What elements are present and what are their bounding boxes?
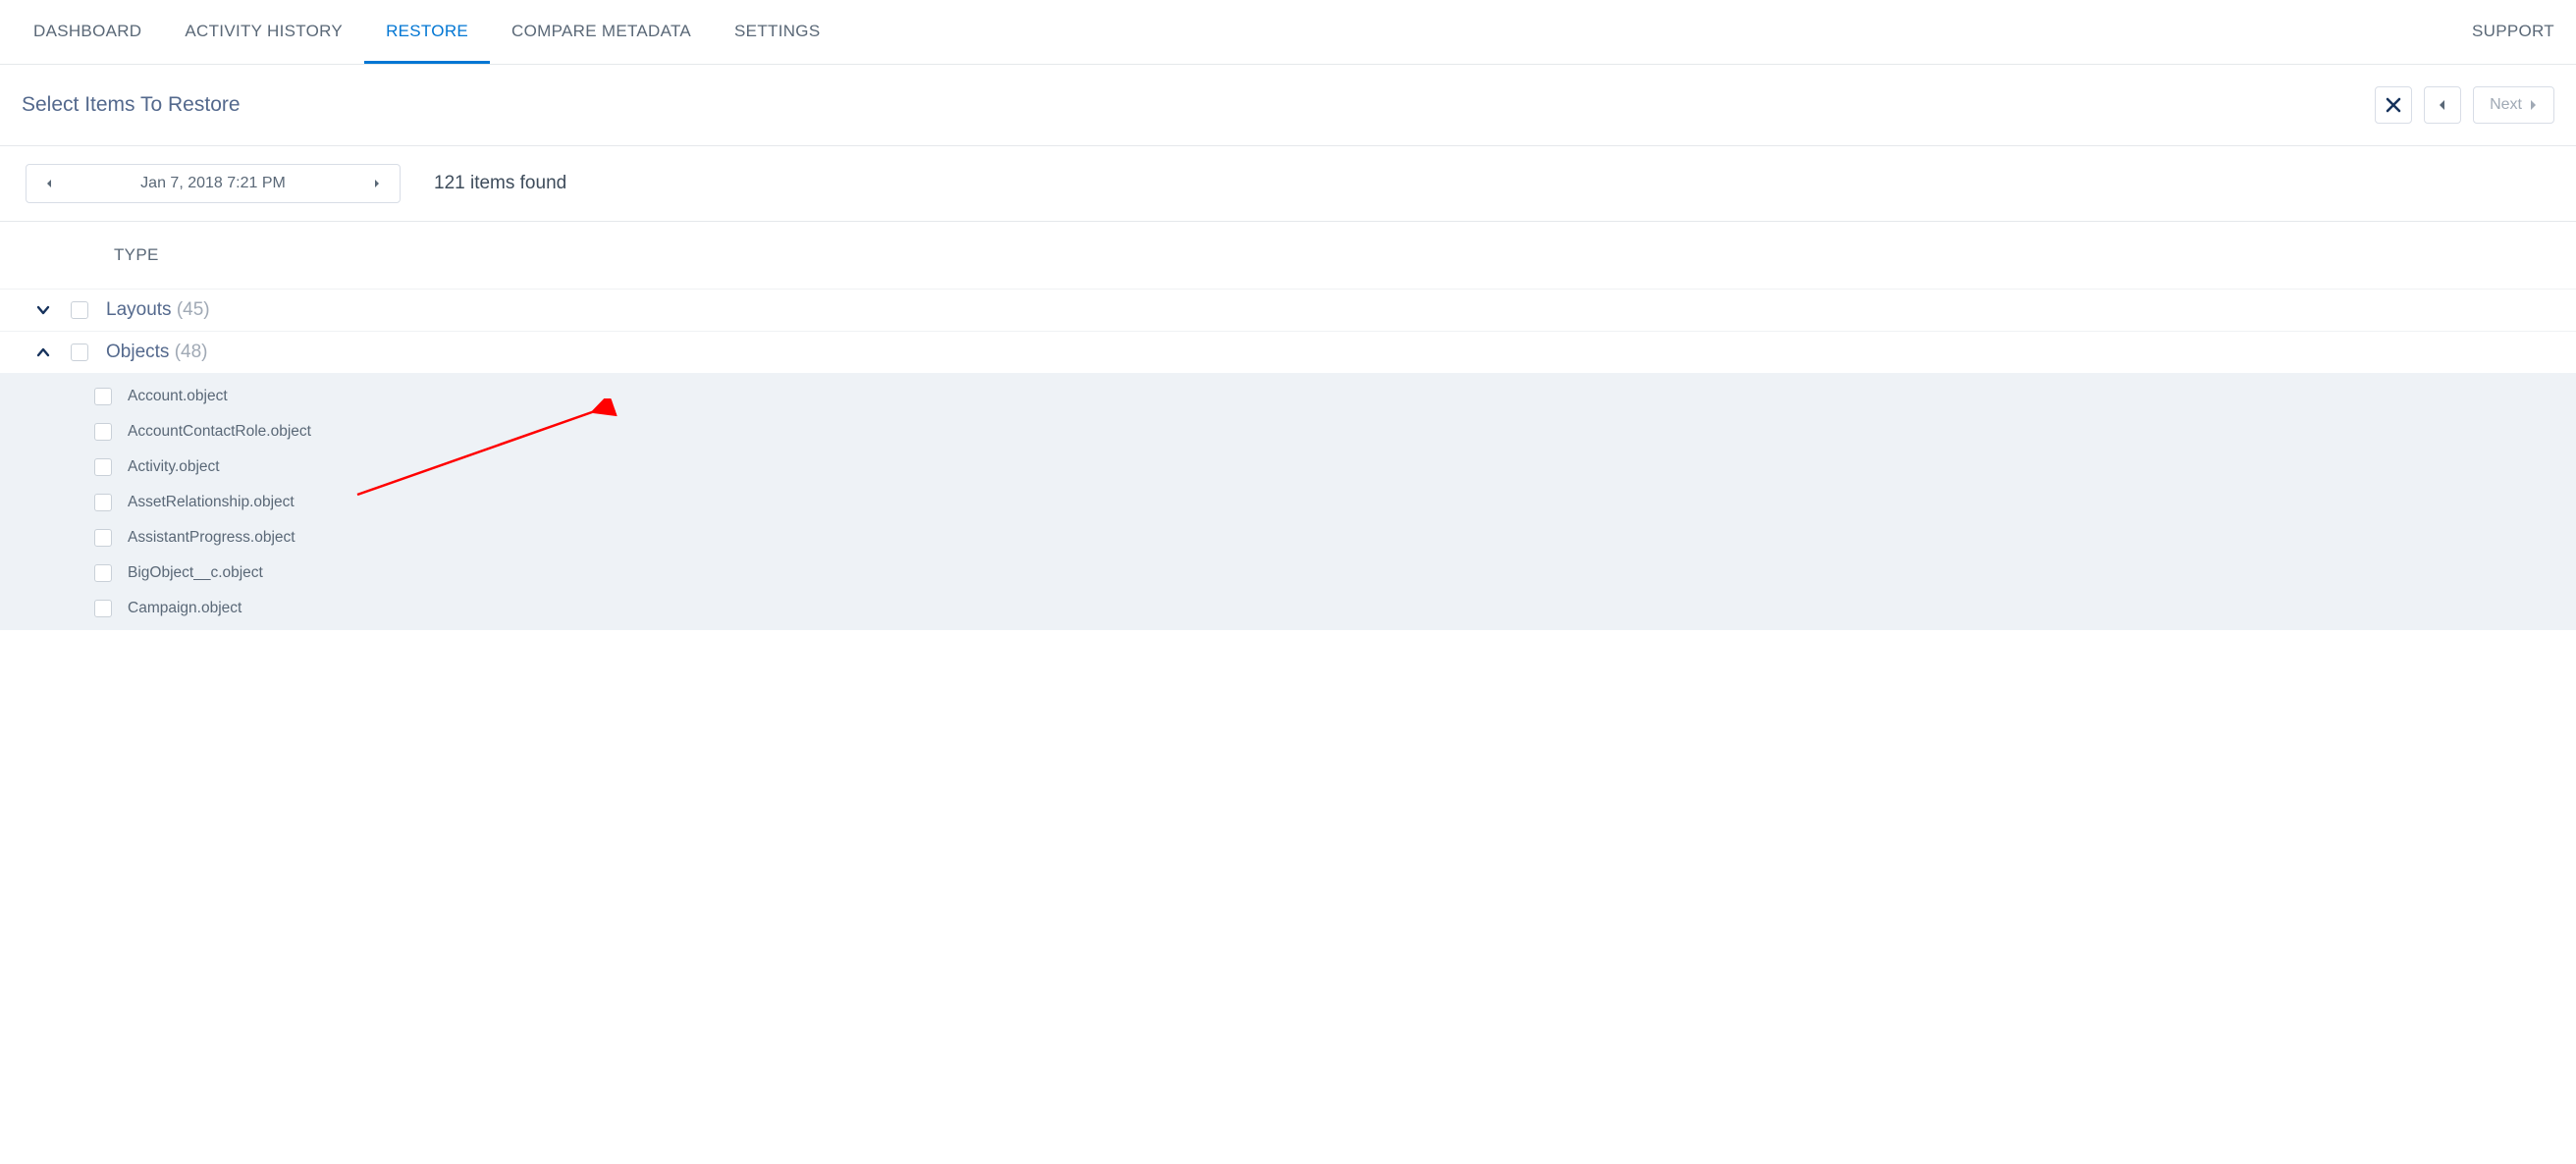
group-count: (45) — [177, 299, 210, 320]
list-item: AccountContactRole.object — [0, 414, 2576, 450]
close-button[interactable] — [2375, 86, 2412, 124]
expand-toggle-layouts[interactable] — [33, 305, 53, 315]
group-checkbox-layouts[interactable] — [71, 301, 88, 319]
chevron-up-icon — [36, 347, 50, 357]
list-item: Account.object — [0, 379, 2576, 414]
item-label[interactable]: Activity.object — [128, 458, 220, 476]
list-item: BigObject__c.object — [0, 556, 2576, 591]
nav-settings[interactable]: SETTINGS — [713, 0, 841, 64]
item-label[interactable]: Account.object — [128, 388, 228, 405]
caret-left-icon — [2438, 99, 2447, 111]
page: DASHBOARD ACTIVITY HISTORY RESTORE COMPA… — [0, 0, 2576, 630]
caret-right-icon — [373, 179, 381, 188]
item-label[interactable]: AccountContactRole.object — [128, 423, 311, 441]
item-checkbox[interactable] — [94, 458, 112, 476]
list-item: Activity.object — [0, 450, 2576, 485]
caret-left-icon — [45, 179, 53, 188]
item-checkbox[interactable] — [94, 423, 112, 441]
nav-dashboard[interactable]: DASHBOARD — [12, 0, 163, 64]
chevron-down-icon — [36, 305, 50, 315]
nav-compare-metadata[interactable]: COMPARE METADATA — [490, 0, 713, 64]
objects-items-panel: Account.object AccountContactRole.object… — [0, 373, 2576, 630]
group-row-layouts: Layouts (45) — [0, 289, 2576, 331]
item-checkbox[interactable] — [94, 529, 112, 547]
date-picker[interactable]: Jan 7, 2018 7:21 PM — [26, 164, 401, 203]
group-label-layouts[interactable]: Layouts (45) — [106, 299, 210, 321]
next-button-label: Next — [2490, 96, 2522, 114]
nav-support[interactable]: SUPPORT — [2450, 0, 2554, 64]
next-button[interactable]: Next — [2473, 86, 2554, 124]
group-name: Objects — [106, 342, 169, 362]
group-count: (48) — [175, 342, 208, 362]
nav-activity-history[interactable]: ACTIVITY HISTORY — [163, 0, 364, 64]
item-label[interactable]: Campaign.object — [128, 600, 242, 617]
caret-right-icon — [2528, 99, 2538, 111]
page-title: Select Items To Restore — [22, 93, 241, 117]
item-checkbox[interactable] — [94, 600, 112, 617]
item-label[interactable]: AssetRelationship.object — [128, 494, 295, 511]
item-checkbox[interactable] — [94, 494, 112, 511]
date-prev-button[interactable] — [40, 175, 58, 192]
list-item: AssistantProgress.object — [0, 520, 2576, 556]
group-name: Layouts — [106, 299, 172, 320]
list-item: Campaign.object — [0, 591, 2576, 626]
expand-toggle-objects[interactable] — [33, 347, 53, 357]
top-nav: DASHBOARD ACTIVITY HISTORY RESTORE COMPA… — [0, 0, 2576, 65]
column-header-type: TYPE — [0, 222, 2576, 289]
nav-right: SUPPORT — [2450, 0, 2554, 64]
item-checkbox[interactable] — [94, 564, 112, 582]
filter-row: Jan 7, 2018 7:21 PM 121 items found — [0, 146, 2576, 222]
subheader: Select Items To Restore Next — [0, 65, 2576, 146]
item-label[interactable]: BigObject__c.object — [128, 564, 263, 582]
date-text: Jan 7, 2018 7:21 PM — [140, 175, 286, 192]
items-found-label: 121 items found — [434, 173, 566, 194]
item-label[interactable]: AssistantProgress.object — [128, 529, 295, 547]
close-icon — [2386, 97, 2401, 113]
nav-restore[interactable]: RESTORE — [364, 0, 490, 64]
group-row-objects: Objects (48) — [0, 331, 2576, 373]
list-item: AssetRelationship.object — [0, 485, 2576, 520]
group-label-objects[interactable]: Objects (48) — [106, 342, 208, 363]
nav-left: DASHBOARD ACTIVITY HISTORY RESTORE COMPA… — [12, 0, 841, 64]
item-checkbox[interactable] — [94, 388, 112, 405]
back-button[interactable] — [2424, 86, 2461, 124]
group-checkbox-objects[interactable] — [71, 344, 88, 361]
date-next-button[interactable] — [368, 175, 386, 192]
subheader-actions: Next — [2375, 86, 2554, 124]
